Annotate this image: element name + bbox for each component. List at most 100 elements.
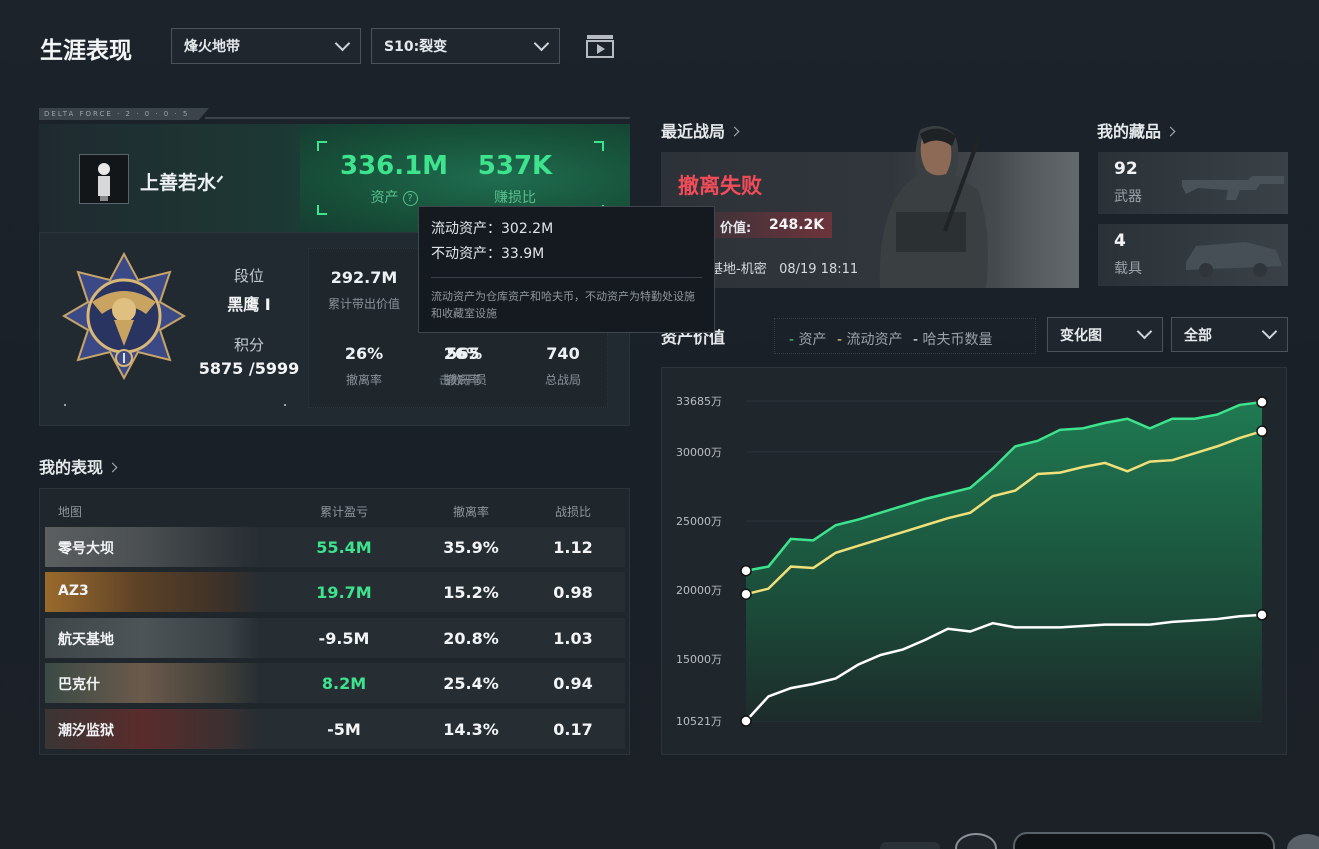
tooltip-note: 流动资产为仓库资产和哈夫币，不动资产为特勤处设施和收藏室设施 — [431, 290, 695, 320]
profit-value: -9.5M — [318, 629, 370, 648]
collection-weapons[interactable]: 92 武器 — [1098, 152, 1288, 214]
chevron-down-icon — [533, 35, 550, 51]
chart-type-label: 变化图 — [1060, 327, 1102, 344]
legend-items: - 资产 - 流动资产 - 哈夫币数量 — [789, 329, 992, 349]
replay-icon[interactable] — [585, 33, 615, 59]
table-row[interactable]: 巴克什 8.2M 25.4% 0.94 — [45, 663, 625, 703]
value-amount: 248.2K — [769, 217, 825, 233]
assets-label: 资产 — [370, 190, 399, 206]
profit-value: 8.2M — [321, 674, 367, 693]
profit-value: -5M — [327, 720, 361, 739]
table-row[interactable]: AZ3 19.7M 15.2% 0.98 — [45, 572, 625, 612]
performance-title-label: 我的表现 — [39, 458, 104, 477]
profit-value: 19.7M — [316, 583, 372, 602]
chart-range-label: 全部 — [1184, 327, 1212, 344]
stat-value: 26% — [344, 344, 384, 363]
chart-range-select[interactable]: 全部 — [1171, 317, 1288, 352]
help-icon[interactable]: ? — [402, 191, 418, 206]
recent-title-label: 最近战局 — [661, 122, 726, 141]
vehicles-count: 4 — [1114, 231, 1126, 251]
recent-title[interactable]: 最近战局 — [661, 118, 740, 142]
legend-swatch: - — [836, 332, 843, 348]
y-tick-label: 10521万 — [676, 715, 722, 728]
data-point[interactable] — [740, 588, 752, 600]
ratio-value: 537K — [477, 151, 553, 181]
extract-rate: 14.3% — [443, 720, 499, 739]
table-row[interactable]: 航天基地 -9.5M 20.8% 1.03 — [45, 618, 625, 658]
bracket-corner — [594, 141, 604, 151]
operator-portrait — [860, 120, 1000, 288]
weapons-count: 92 — [1114, 159, 1138, 179]
asset-chart[interactable]: 33685万 30000万 25000万 20000万 15000万 10521万 — [662, 368, 1288, 756]
stat-label: 击败干员 — [438, 373, 487, 387]
rank-label: 段位 — [233, 267, 264, 285]
dot — [64, 404, 66, 406]
ratio-label: 赚损比 — [494, 190, 536, 206]
bottom-action-button[interactable] — [1013, 832, 1275, 849]
collection-title[interactable]: 我的藏品 — [1097, 118, 1176, 142]
season-select[interactable]: S10:裂变 — [371, 28, 560, 64]
table-row[interactable]: 潮汐监狱 -5M 14.3% 0.17 — [45, 709, 625, 749]
map-name: 零号大坝 — [58, 541, 114, 557]
collection-title-label: 我的藏品 — [1097, 122, 1162, 141]
kd-ratio: 1.12 — [553, 538, 593, 557]
collection-vehicles[interactable]: 4 载具 — [1098, 224, 1288, 286]
player-name: 上善若水ᐟ — [140, 172, 225, 194]
mode-select-label: 烽火地带 — [184, 39, 240, 55]
bracket-corner — [317, 141, 327, 151]
y-tick-label: 33685万 — [676, 395, 722, 408]
chevron-right-icon — [107, 462, 118, 473]
data-point[interactable] — [740, 564, 752, 577]
y-tick-label: 25000万 — [676, 515, 722, 528]
stat-value: 565 — [446, 344, 480, 363]
column-header-kd: 战损比 — [554, 505, 591, 519]
avatar[interactable] — [79, 154, 129, 204]
brand-strip: DELTA FORCE · 2 · 0 · 0 · 5 — [39, 108, 209, 120]
data-point[interactable] — [1256, 609, 1268, 621]
extract-rate: 15.2% — [443, 583, 499, 602]
stat-value: 740 — [546, 344, 580, 363]
chevron-right-icon — [1165, 126, 1176, 137]
legend-swatch: - — [912, 332, 918, 348]
legend-label: 哈夫币数量 — [922, 332, 993, 348]
asset-chart-card: 33685万 30000万 25000万 20000万 15000万 10521万 — [661, 367, 1287, 755]
extract-rate: 25.4% — [443, 674, 499, 693]
data-point[interactable] — [1256, 425, 1268, 437]
divider — [431, 277, 702, 278]
page-title: 生涯表现 — [40, 38, 132, 64]
vehicle-icon — [1186, 242, 1282, 277]
bottom-control[interactable] — [880, 842, 940, 849]
score-label: 积分 — [233, 336, 264, 354]
map-name: AZ3 — [58, 583, 89, 599]
score-value: 5875 /5999 — [198, 359, 300, 378]
mode-select[interactable]: 烽火地带 — [171, 28, 361, 64]
table-row[interactable]: 零号大坝 55.4M 35.9% 1.12 — [45, 527, 625, 567]
season-select-label: S10:裂变 — [384, 39, 448, 55]
bottom-round-button[interactable] — [955, 833, 997, 849]
legend-swatch: - — [789, 332, 795, 348]
chart-type-select[interactable]: 变化图 — [1047, 317, 1163, 352]
map-name: 航天基地 — [58, 632, 114, 648]
stat-label: 总战局 — [544, 373, 581, 387]
tooltip-fixed: 不动资产：33.9M — [431, 246, 545, 262]
weapons-label: 武器 — [1114, 189, 1142, 205]
data-point[interactable] — [1256, 396, 1268, 408]
chevron-right-icon — [729, 126, 740, 137]
stat-value: 292.7M — [330, 268, 398, 287]
kd-ratio: 1.03 — [553, 629, 593, 648]
performance-title[interactable]: 我的表现 — [39, 454, 118, 478]
legend-label: 资产 — [798, 332, 827, 348]
stat-label: 累计带出价值 — [327, 297, 400, 311]
chevron-down-icon — [334, 35, 351, 51]
bottom-round-button[interactable] — [1287, 834, 1319, 849]
value-label: 价值: — [720, 221, 752, 236]
kd-ratio: 0.94 — [553, 674, 593, 693]
kd-ratio: 0.98 — [553, 583, 593, 602]
data-point[interactable] — [740, 715, 752, 727]
profit-value: 55.4M — [316, 538, 372, 557]
y-tick-label: 15000万 — [676, 653, 722, 666]
legend-label: 流动资产 — [846, 332, 903, 348]
kd-ratio: 0.17 — [553, 720, 593, 739]
rank-badge-icon — [62, 250, 186, 381]
extract-rate: 20.8% — [443, 629, 499, 648]
